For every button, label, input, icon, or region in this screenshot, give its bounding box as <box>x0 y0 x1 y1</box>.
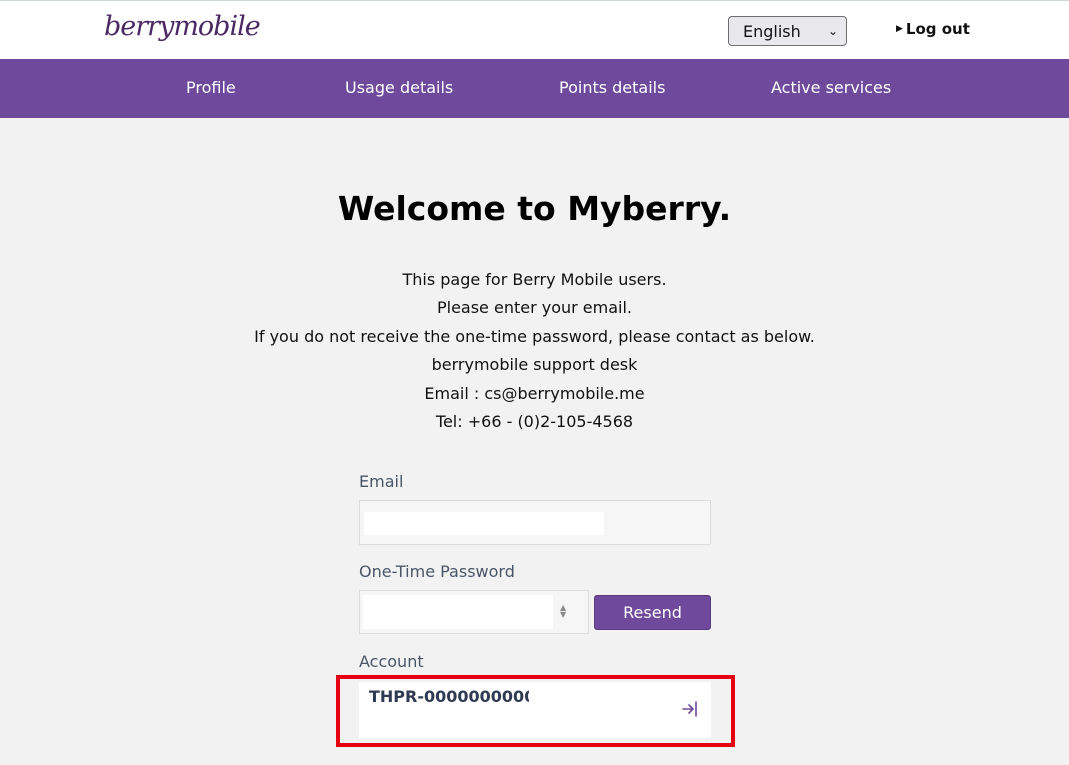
support-email: Email : cs@berrymobile.me <box>424 383 645 403</box>
language-selected-value: English <box>743 21 801 41</box>
main-nav: Profile Usage details Points details Act… <box>0 59 1069 118</box>
brand-logo[interactable]: berrymobile <box>104 11 261 42</box>
intro-line: Please enter your email. <box>436 298 633 318</box>
chevron-down-icon: ⌄ <box>827 24 838 38</box>
otp-spinner-icon[interactable]: ▲ ▼ <box>560 604 566 619</box>
intro-line: berrymobile support desk <box>431 355 638 375</box>
email-input-value[interactable] <box>364 512 604 535</box>
highlight-box <box>336 675 735 747</box>
logout-link[interactable]: ▶ Log out <box>896 20 970 38</box>
top-header: berrymobile English ⌄ ▶ Log out <box>0 0 1069 59</box>
email-field[interactable] <box>359 500 711 545</box>
intro-line: If you do not receive the one-time passw… <box>254 326 815 346</box>
nav-item-points-details[interactable]: Points details <box>559 78 665 97</box>
nav-item-active-services[interactable]: Active services <box>771 78 891 97</box>
nav-item-usage-details[interactable]: Usage details <box>345 78 453 97</box>
account-label: Account <box>359 652 424 671</box>
logout-label: Log out <box>905 20 970 38</box>
intro-line: This page for Berry Mobile users. <box>402 270 667 289</box>
intro-text: This page for Berry Mobile users. Please… <box>0 268 1069 438</box>
otp-input-value[interactable] <box>363 595 553 629</box>
resend-button[interactable]: Resend <box>594 595 711 630</box>
language-select[interactable]: English ⌄ <box>728 16 847 46</box>
email-label: Email <box>359 472 404 491</box>
nav-item-profile[interactable]: Profile <box>186 78 236 97</box>
page-title: Welcome to Myberry. <box>337 189 732 228</box>
support-phone: Tel: +66 - (0)2-105-4568 <box>435 411 634 431</box>
otp-label: One-Time Password <box>359 562 515 581</box>
otp-field[interactable] <box>359 590 589 634</box>
triangle-right-icon: ▶ <box>896 24 903 34</box>
